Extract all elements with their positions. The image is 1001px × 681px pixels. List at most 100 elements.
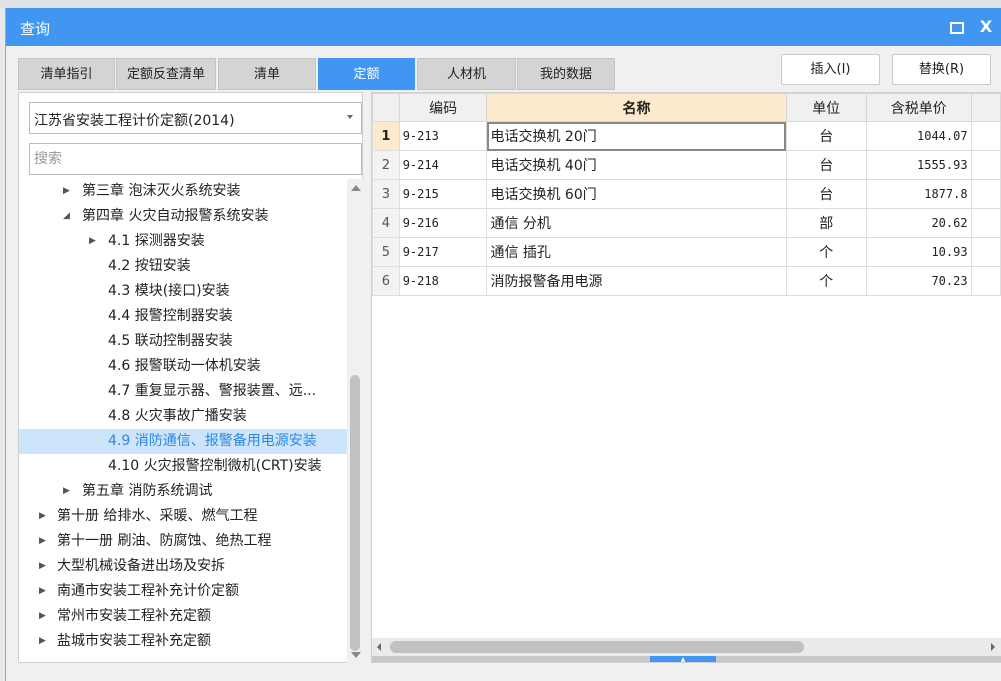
- panel-splitter[interactable]: ▲: [372, 656, 1001, 662]
- tree-item[interactable]: 4.7 重复显示器、警报装置、远...: [19, 379, 347, 404]
- cell-n[interactable]: 5: [372, 237, 400, 267]
- cell-price[interactable]: 20.62: [865, 208, 972, 238]
- cell-name[interactable]: 电话交换机 40门: [486, 150, 787, 180]
- tree-item[interactable]: 4.5 联动控制器安装: [19, 329, 347, 354]
- tree-item[interactable]: 4.3 模块(接口)安装: [19, 279, 347, 304]
- tree-item[interactable]: ▶ 盐城市安装工程补充定额: [19, 629, 347, 654]
- cell-empty[interactable]: [970, 179, 1001, 209]
- tree-vertical-scrollbar[interactable]: [347, 179, 363, 663]
- table-row[interactable]: 2 9-214 电话交换机 40门台 1555.93: [372, 150, 1001, 180]
- table-row[interactable]: 6 9-218 消防报警备用电源个 70.23: [372, 266, 1001, 296]
- close-icon[interactable]: X: [976, 17, 996, 37]
- tree-item[interactable]: 4.4 报警控制器安装: [19, 304, 347, 329]
- cell-empty[interactable]: [970, 237, 1001, 267]
- library-select[interactable]: 江苏省安装工程计价定额(2014): [29, 102, 362, 134]
- cell-unit[interactable]: 台: [785, 150, 867, 180]
- cell-empty[interactable]: [970, 266, 1001, 296]
- column-header[interactable]: 名称: [486, 93, 787, 122]
- tree-item[interactable]: 4.8 火灾事故广播安装: [19, 404, 347, 429]
- cell-price[interactable]: 10.93: [865, 237, 972, 267]
- collapsed-arrow-icon[interactable]: ▶: [63, 179, 73, 204]
- tab-2[interactable]: 清单: [218, 58, 316, 90]
- tree-item[interactable]: ◢ 第四章 火灾自动报警系统安装: [19, 204, 347, 229]
- tree-item[interactable]: ▶ 南通市安装工程补充计价定额: [19, 579, 347, 604]
- cell-empty[interactable]: [970, 150, 1001, 180]
- cell-name[interactable]: 电话交换机 60门: [486, 179, 787, 209]
- cell-price[interactable]: 1555.93: [865, 150, 972, 180]
- cell-price[interactable]: 1044.07: [865, 121, 972, 151]
- cell-name[interactable]: 通信 插孔: [486, 237, 787, 267]
- cell-name[interactable]: 电话交换机 20门: [486, 121, 787, 151]
- cell-code[interactable]: 9-217: [398, 237, 488, 267]
- cell-name[interactable]: 消防报警备用电源: [486, 266, 787, 296]
- tree-item[interactable]: ▶ 第三章 泡沫灭火系统安装: [19, 179, 347, 204]
- collapsed-arrow-icon[interactable]: ▶: [39, 604, 49, 629]
- collapsed-arrow-icon[interactable]: ▶: [89, 229, 99, 254]
- collapsed-arrow-icon[interactable]: ▶: [39, 629, 49, 654]
- collapsed-arrow-icon[interactable]: ▶: [39, 554, 49, 579]
- tab-5[interactable]: 我的数据: [517, 58, 615, 90]
- cell-n[interactable]: 2: [372, 150, 400, 180]
- collapsed-arrow-icon[interactable]: ▶: [63, 479, 73, 504]
- cell-empty[interactable]: [970, 121, 1001, 151]
- search-input[interactable]: [29, 143, 362, 175]
- tree-item[interactable]: 4.10 火灾报警控制微机(CRT)安装: [19, 454, 347, 479]
- replace-button[interactable]: 替换(R): [892, 54, 991, 85]
- cell-unit[interactable]: 个: [785, 266, 867, 296]
- scrollbar-thumb[interactable]: [350, 375, 360, 651]
- cell-code[interactable]: 9-218: [398, 266, 488, 296]
- tree-item[interactable]: ▶ 大型机械设备进出场及安拆: [19, 554, 347, 579]
- column-header[interactable]: 编码: [398, 93, 488, 122]
- collapsed-arrow-icon[interactable]: ▶: [39, 579, 49, 604]
- cell-n[interactable]: 4: [372, 208, 400, 238]
- collapsed-arrow-icon[interactable]: ▶: [39, 529, 49, 554]
- cell-name[interactable]: 通信 分机: [486, 208, 787, 238]
- tree-item-label: 4.4 报警控制器安装: [108, 308, 233, 324]
- maximize-icon[interactable]: [946, 17, 966, 37]
- tab-0[interactable]: 清单指引: [18, 58, 115, 90]
- tree-item[interactable]: 4.9 消防通信、报警备用电源安装: [19, 429, 347, 454]
- scroll-up-icon[interactable]: [351, 185, 361, 191]
- tree-item[interactable]: ▶ 第五章 消防系统调试: [19, 479, 347, 504]
- cell-price[interactable]: 1877.8: [865, 179, 972, 209]
- tree-item[interactable]: ▶ 第十册 给排水、采暖、燃气工程: [19, 504, 347, 529]
- tab-1[interactable]: 定额反查清单: [116, 58, 216, 90]
- column-header[interactable]: 含税单价: [865, 93, 972, 122]
- cell-unit[interactable]: 部: [785, 208, 867, 238]
- cell-unit[interactable]: 台: [785, 179, 867, 209]
- expanded-arrow-icon[interactable]: ◢: [63, 204, 73, 229]
- tree-item[interactable]: 4.2 按钮安装: [19, 254, 347, 279]
- cell-empty[interactable]: [970, 208, 1001, 238]
- cell-code[interactable]: 9-213: [398, 121, 488, 151]
- scroll-right-icon[interactable]: [991, 643, 995, 651]
- cell-n[interactable]: 6: [372, 266, 400, 296]
- collapsed-arrow-icon[interactable]: ▶: [39, 504, 49, 529]
- cell-unit[interactable]: 台: [785, 121, 867, 151]
- cell-price[interactable]: 70.23: [865, 266, 972, 296]
- cell-code[interactable]: 9-214: [398, 150, 488, 180]
- table-row[interactable]: 1 9-213 电话交换机 20门台 1044.07: [372, 121, 1001, 151]
- tree-item[interactable]: ▶ 4.1 探测器安装: [19, 229, 347, 254]
- tree-item[interactable]: ▶ 第十一册 刷油、防腐蚀、绝热工程: [19, 529, 347, 554]
- scrollbar-thumb[interactable]: [390, 641, 804, 653]
- column-header[interactable]: 单位: [785, 93, 867, 122]
- tree-item[interactable]: ▶ 常州市安装工程补充定额: [19, 604, 347, 629]
- tree-item[interactable]: 4.6 报警联动一体机安装: [19, 354, 347, 379]
- tab-4[interactable]: 人材机: [417, 58, 516, 90]
- table-row[interactable]: 4 9-216 通信 分机部 20.62: [372, 208, 1001, 238]
- cell-n[interactable]: 1: [372, 121, 400, 151]
- expand-up-icon[interactable]: ▲: [650, 656, 716, 662]
- scroll-left-icon[interactable]: [377, 643, 381, 651]
- table-row[interactable]: 3 9-215 电话交换机 60门台 1877.8: [372, 179, 1001, 209]
- cell-n[interactable]: 3: [372, 179, 400, 209]
- scroll-down-icon[interactable]: [351, 652, 361, 658]
- grid-horizontal-scrollbar[interactable]: [372, 638, 1001, 656]
- insert-button[interactable]: 插入(I): [781, 54, 880, 85]
- column-header[interactable]: [372, 93, 400, 122]
- tab-3[interactable]: 定额: [318, 58, 415, 90]
- cell-code[interactable]: 9-216: [398, 208, 488, 238]
- cell-code[interactable]: 9-215: [398, 179, 488, 209]
- table-row[interactable]: 5 9-217 通信 插孔个 10.93: [372, 237, 1001, 267]
- column-header[interactable]: [970, 93, 1001, 122]
- cell-unit[interactable]: 个: [785, 237, 867, 267]
